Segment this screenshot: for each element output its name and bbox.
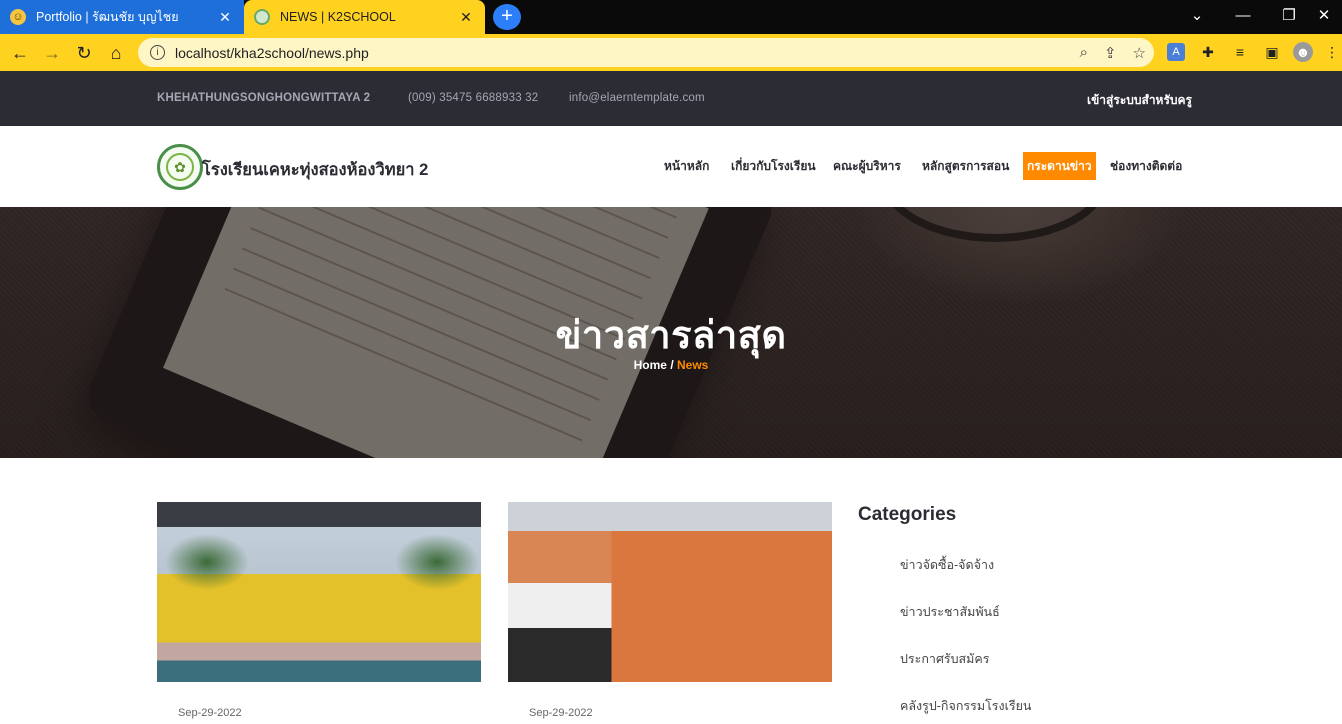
zoom-icon[interactable]: ⌕ — [1080, 44, 1088, 61]
school-code: KHEHATHUNGSONGHONGWITTAYA 2 — [157, 92, 371, 104]
breadcrumb-current: News — [677, 358, 709, 372]
page-title: ข่าวสารล่าสุด — [555, 315, 787, 357]
site-top-bar: KHEHATHUNGSONGHONGWITTAYA 2 (009) 35475 … — [0, 71, 1342, 126]
close-icon[interactable]: ✕ — [457, 9, 475, 26]
category-link[interactable]: คลังรูป-กิจกรรมโรงเรียน — [900, 696, 1031, 716]
news-date-2: Sep-29-2022 — [529, 707, 593, 719]
category-link[interactable]: ข่าวจัดซื้อ-จัดจ้าง — [900, 555, 994, 575]
emoji-face-icon: ☺ — [10, 9, 26, 25]
browser-tab-strip: ☺ Portfolio | รัฒนชัย บุญไชย ✕ NEWS | K2… — [0, 0, 1342, 34]
minimize-icon[interactable]: — — [1220, 0, 1266, 30]
categories-heading: Categories — [858, 504, 957, 525]
browser-toolbar: ← → ↻ ⌂ i localhost/kha2school/news.php … — [0, 34, 1342, 71]
back-arrow-icon[interactable]: ← — [6, 39, 34, 67]
teacher-login-link[interactable]: เข้าสู่ระบบสำหรับครู — [1087, 91, 1192, 110]
browser-tab-portfolio[interactable]: ☺ Portfolio | รัฒนชัย บุญไชย ✕ — [0, 0, 244, 34]
media-queue-icon[interactable]: ≡ — [1230, 42, 1250, 62]
nav-about[interactable]: เกี่ยวกับโรงเรียน — [731, 152, 816, 180]
tab-title: Portfolio | รัฒนชัย บุญไชย — [36, 10, 179, 24]
nav-news[interactable]: กระดานข่าว — [1023, 152, 1096, 180]
breadcrumb: Home / News — [0, 358, 1342, 372]
puzzle-extensions-icon[interactable]: ✚ — [1198, 42, 1218, 62]
more-menu-icon[interactable]: ⋮ — [1322, 42, 1342, 62]
breadcrumb-home[interactable]: Home — [634, 358, 667, 372]
close-icon[interactable]: ✕ — [216, 9, 234, 26]
tab-title: NEWS | K2SCHOOL — [280, 10, 396, 24]
home-icon[interactable]: ⌂ — [102, 39, 130, 67]
share-icon[interactable]: ⇪ — [1104, 44, 1117, 62]
category-link[interactable]: ประกาศรับสมัคร — [900, 649, 989, 669]
school-logo-icon — [254, 9, 270, 25]
school-name[interactable]: โรงเรียนเคหะทุ่งสองห้องวิทยา 2 — [202, 157, 428, 183]
nav-home[interactable]: หน้าหลัก — [664, 152, 709, 180]
news-image-1[interactable] — [157, 502, 481, 682]
url-text: localhost/kha2school/news.php — [175, 44, 369, 61]
nav-contact[interactable]: ช่องทางติดต่อ — [1110, 152, 1182, 180]
nav-curriculum[interactable]: หลักสูตรการสอน — [922, 152, 1009, 180]
news-date-1: Sep-29-2022 — [178, 707, 242, 719]
info-icon[interactable]: i — [150, 45, 165, 60]
nav-executives[interactable]: คณะผู้บริหาร — [833, 152, 901, 180]
star-bookmark-icon[interactable]: ☆ — [1133, 44, 1146, 62]
category-link[interactable]: ข่าวประชาสัมพันธ์ — [900, 602, 1000, 622]
site-header: ✿ โรงเรียนเคหะทุ่งสองห้องวิทยา 2 หน้าหลั… — [0, 126, 1342, 207]
profile-avatar[interactable]: ☻ — [1293, 42, 1313, 62]
side-panel-icon[interactable]: ▣ — [1262, 42, 1282, 62]
browser-tab-news[interactable]: NEWS | K2SCHOOL ✕ — [244, 0, 485, 34]
hero-banner: ข่าวสารล่าสุด Home / News — [0, 207, 1342, 458]
email-address[interactable]: info@elaerntemplate.com — [569, 92, 705, 104]
window-close-icon[interactable]: ✕ — [1306, 0, 1342, 30]
address-bar[interactable]: i localhost/kha2school/news.php ⌕ ⇪ ☆ — [138, 38, 1154, 67]
chevron-down-icon[interactable]: ⌄ — [1174, 0, 1220, 30]
school-emblem-icon: ✿ — [166, 153, 194, 181]
reload-icon[interactable]: ↻ — [70, 39, 98, 67]
forward-arrow-icon[interactable]: → — [38, 39, 66, 67]
translate-extension-icon[interactable]: A — [1166, 42, 1186, 62]
school-logo[interactable]: ✿ — [157, 144, 203, 190]
new-tab-button[interactable]: + — [493, 4, 521, 30]
phone-number: (009) 35475 6688933 32 — [408, 92, 539, 104]
news-image-2[interactable] — [508, 502, 832, 682]
breadcrumb-separator: / — [670, 358, 674, 372]
